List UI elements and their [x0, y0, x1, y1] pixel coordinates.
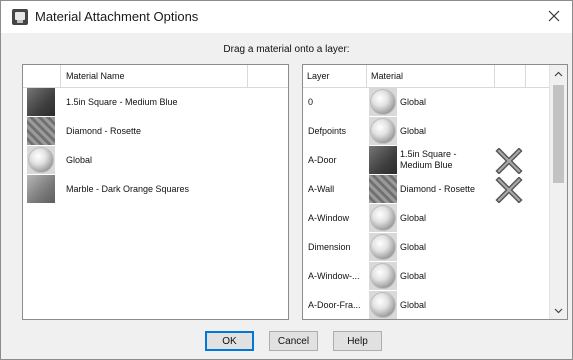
- layer-row[interactable]: Dimension Global: [303, 233, 548, 262]
- close-button[interactable]: [544, 6, 564, 26]
- layer-name: A-Door: [308, 155, 337, 165]
- column-separator: [247, 65, 248, 87]
- sphere-swatch-icon: [369, 233, 397, 261]
- sphere-swatch-icon: [369, 117, 397, 145]
- layer-name: Dimension: [308, 242, 351, 252]
- blue-square-swatch-icon: [27, 88, 55, 116]
- layer-name: A-Window-...: [308, 271, 360, 281]
- window-title: Material Attachment Options: [35, 9, 199, 24]
- layer-row[interactable]: A-Window-... Global: [303, 262, 548, 291]
- layer-name: Defpoints: [308, 126, 347, 136]
- sphere-swatch-icon: [27, 146, 55, 174]
- column-separator: [494, 65, 495, 87]
- instructions-label: Drag a material onto a layer:: [223, 44, 350, 55]
- material-item[interactable]: Global: [23, 146, 288, 175]
- column-separator: [525, 65, 526, 87]
- material-attachment-dialog: Material Attachment Options Drag a mater…: [0, 0, 573, 360]
- material-item-name: Marble - Dark Orange Squares: [66, 184, 190, 194]
- sphere-swatch-icon: [369, 291, 397, 319]
- layer-material-name: Global: [400, 213, 427, 223]
- column-separator: [60, 65, 61, 87]
- detach-material-icon[interactable]: [495, 148, 523, 174]
- material-item-name: Diamond - Rosette: [66, 126, 142, 136]
- title-bar: Material Attachment Options: [1, 1, 572, 33]
- cancel-button[interactable]: Cancel: [269, 331, 318, 351]
- scrollbar-thumb[interactable]: [553, 85, 564, 183]
- material-item-name: Global: [66, 155, 93, 165]
- layer-material-name: Diamond - Rosette: [400, 184, 476, 194]
- scroll-down-button[interactable]: [550, 302, 567, 319]
- ok-button[interactable]: OK: [205, 331, 254, 351]
- sphere-swatch-icon: [369, 88, 397, 116]
- vertical-scrollbar[interactable]: [549, 65, 567, 319]
- scroll-up-button[interactable]: [550, 65, 567, 82]
- layer-row[interactable]: A-Door 1.5in Square - Medium Blue: [303, 146, 548, 175]
- autocad-app-icon: [12, 9, 28, 25]
- layer-material-name: Global: [400, 242, 427, 252]
- layer-material-name: Global: [400, 97, 427, 107]
- column-header-layer[interactable]: Layer: [303, 65, 366, 87]
- sphere-swatch-icon: [369, 262, 397, 290]
- material-list-header: Material Name: [23, 65, 288, 88]
- layer-material-name: Global: [400, 126, 427, 136]
- material-item[interactable]: Marble - Dark Orange Squares: [23, 175, 288, 204]
- layer-name: 0: [308, 97, 314, 107]
- marble-swatch-icon: [27, 175, 55, 203]
- layer-row[interactable]: 0 Global: [303, 88, 548, 117]
- material-item[interactable]: 1.5in Square - Medium Blue: [23, 88, 288, 117]
- layer-material-name: Global: [400, 271, 427, 281]
- layer-material-list[interactable]: Layer Material 0 Global Defpoints Global…: [302, 64, 568, 320]
- layer-material-name: Global: [400, 300, 427, 310]
- layer-row[interactable]: A-Door-Fra... Global: [303, 291, 548, 319]
- layer-row[interactable]: A-Window Global: [303, 204, 548, 233]
- material-item[interactable]: Diamond - Rosette: [23, 117, 288, 146]
- material-item-name: 1.5in Square - Medium Blue: [66, 97, 178, 107]
- chevron-up-icon: [554, 71, 563, 76]
- column-header-material-name[interactable]: Material Name: [62, 65, 247, 87]
- help-button[interactable]: Help: [333, 331, 382, 351]
- layer-name: A-Wall: [308, 184, 335, 194]
- rosette-swatch-icon: [369, 175, 397, 203]
- layer-row[interactable]: Defpoints Global: [303, 117, 548, 146]
- detach-material-icon[interactable]: [495, 177, 523, 203]
- rosette-swatch-icon: [27, 117, 55, 145]
- close-icon: [548, 10, 560, 22]
- material-list[interactable]: Material Name 1.5in Square - Medium Blue…: [22, 64, 289, 320]
- sphere-swatch-icon: [369, 204, 397, 232]
- chevron-down-icon: [554, 308, 563, 313]
- layer-material-name: 1.5in Square - Medium Blue: [400, 149, 457, 170]
- layer-list-header: Layer Material: [303, 65, 550, 88]
- blue-square-swatch-icon: [369, 146, 397, 174]
- layer-name: A-Window: [308, 213, 350, 223]
- column-header-material[interactable]: Material: [367, 65, 494, 87]
- layer-name: A-Door-Fra...: [308, 300, 361, 310]
- layer-row[interactable]: A-Wall Diamond - Rosette: [303, 175, 548, 204]
